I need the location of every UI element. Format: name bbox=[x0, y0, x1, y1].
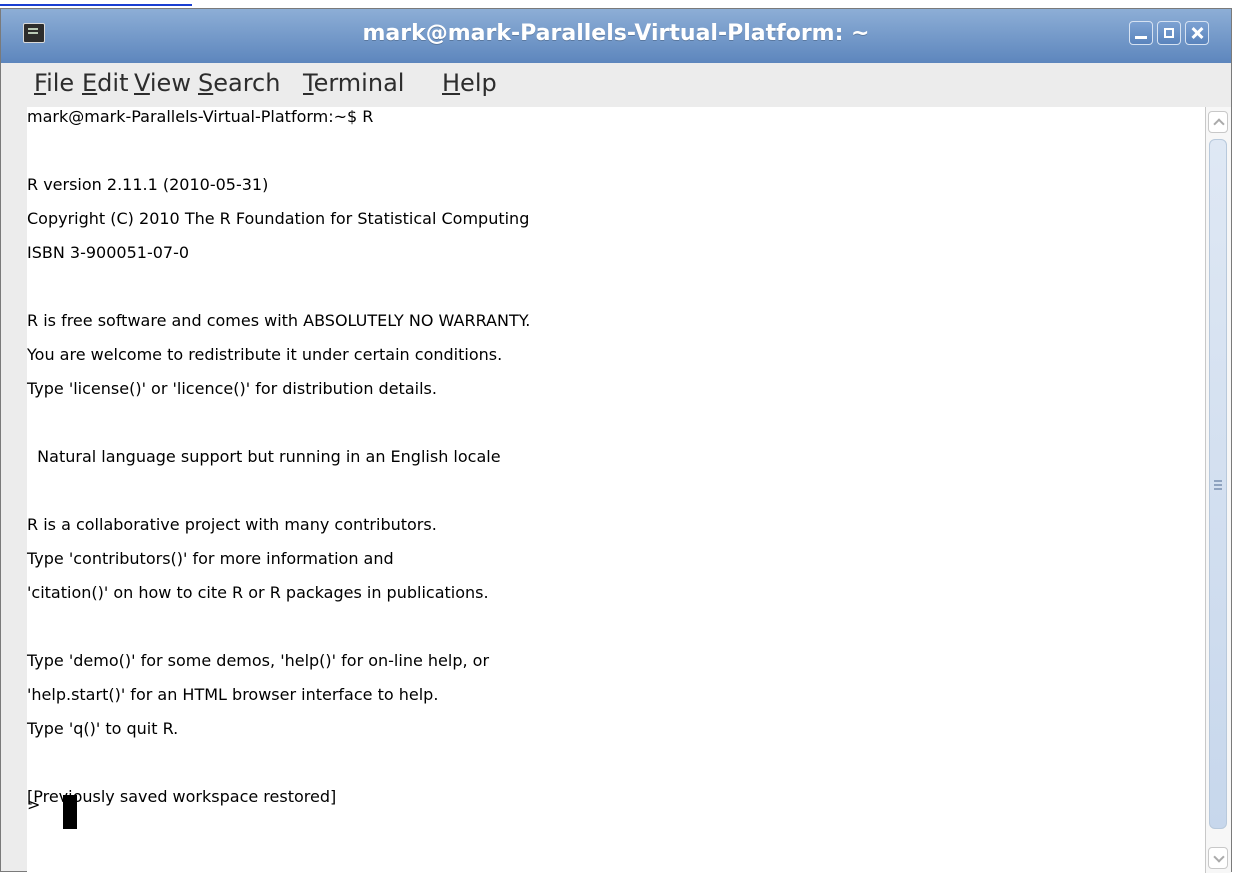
menu-terminal-rest: erminal bbox=[313, 69, 405, 97]
minimize-button[interactable] bbox=[1129, 21, 1153, 45]
menu-file[interactable]: File bbox=[34, 69, 74, 97]
scrollbar-grip-icon bbox=[1214, 480, 1222, 482]
maximize-button[interactable] bbox=[1157, 21, 1181, 45]
titlebar[interactable]: mark@mark-Parallels-Virtual-Platform: ~ bbox=[1, 9, 1231, 64]
menu-terminal[interactable]: Terminal bbox=[303, 69, 404, 97]
text-cursor bbox=[63, 795, 77, 829]
terminal-line: 'citation()' on how to cite R or R packa… bbox=[27, 583, 489, 602]
menu-file-rest: ile bbox=[46, 69, 75, 97]
terminal-output[interactable]: mark@mark-Parallels-Virtual-Platform:~$ … bbox=[27, 107, 1207, 873]
terminal-line: You are welcome to redistribute it under… bbox=[27, 345, 503, 364]
terminal-prompt: > bbox=[27, 795, 41, 814]
window-title: mark@mark-Parallels-Virtual-Platform: ~ bbox=[362, 21, 870, 46]
menu-view-rest: iew bbox=[149, 69, 191, 97]
scroll-up-button[interactable] bbox=[1208, 111, 1228, 133]
terminal-line: ISBN 3-900051-07-0 bbox=[27, 243, 190, 262]
close-button[interactable] bbox=[1185, 21, 1209, 45]
terminal-line: Type 'demo()' for some demos, 'help()' f… bbox=[27, 651, 490, 670]
menu-search-rest: earch bbox=[213, 69, 281, 97]
terminal-line: Natural language support but running in … bbox=[27, 447, 501, 466]
link-underline bbox=[0, 4, 192, 6]
menu-edit[interactable]: Edit bbox=[82, 69, 128, 97]
menu-search[interactable]: Search bbox=[198, 69, 280, 97]
terminal-line: mark@mark-Parallels-Virtual-Platform:~$ … bbox=[27, 107, 374, 126]
terminal-line: Type 'q()' to quit R. bbox=[27, 719, 179, 738]
scrollbar-thumb[interactable] bbox=[1209, 139, 1227, 829]
menu-edit-rest: dit bbox=[97, 69, 129, 97]
terminal-line: R is a collaborative project with many c… bbox=[27, 515, 437, 534]
terminal-line: Copyright (C) 2010 The R Foundation for … bbox=[27, 209, 530, 228]
terminal-line: 'help.start()' for an HTML browser inter… bbox=[27, 685, 439, 704]
terminal-line: R is free software and comes with ABSOLU… bbox=[27, 311, 531, 330]
top-link-strip bbox=[0, 0, 192, 8]
menu-view[interactable]: View bbox=[134, 69, 191, 97]
scroll-down-button[interactable] bbox=[1208, 847, 1228, 869]
vertical-scrollbar[interactable] bbox=[1205, 107, 1231, 873]
terminal-window: mark@mark-Parallels-Virtual-Platform: ~ … bbox=[0, 8, 1232, 873]
terminal-line: R version 2.11.1 (2010-05-31) bbox=[27, 175, 269, 194]
menu-help[interactable]: Help bbox=[442, 69, 497, 97]
menu-help-rest: elp bbox=[460, 69, 497, 97]
terminal-line: Type 'contributors()' for more informati… bbox=[27, 549, 394, 568]
terminal-line: Type 'license()' or 'licence()' for dist… bbox=[27, 379, 437, 398]
menu-bar: File Edit View Search Terminal Help bbox=[1, 63, 1231, 107]
